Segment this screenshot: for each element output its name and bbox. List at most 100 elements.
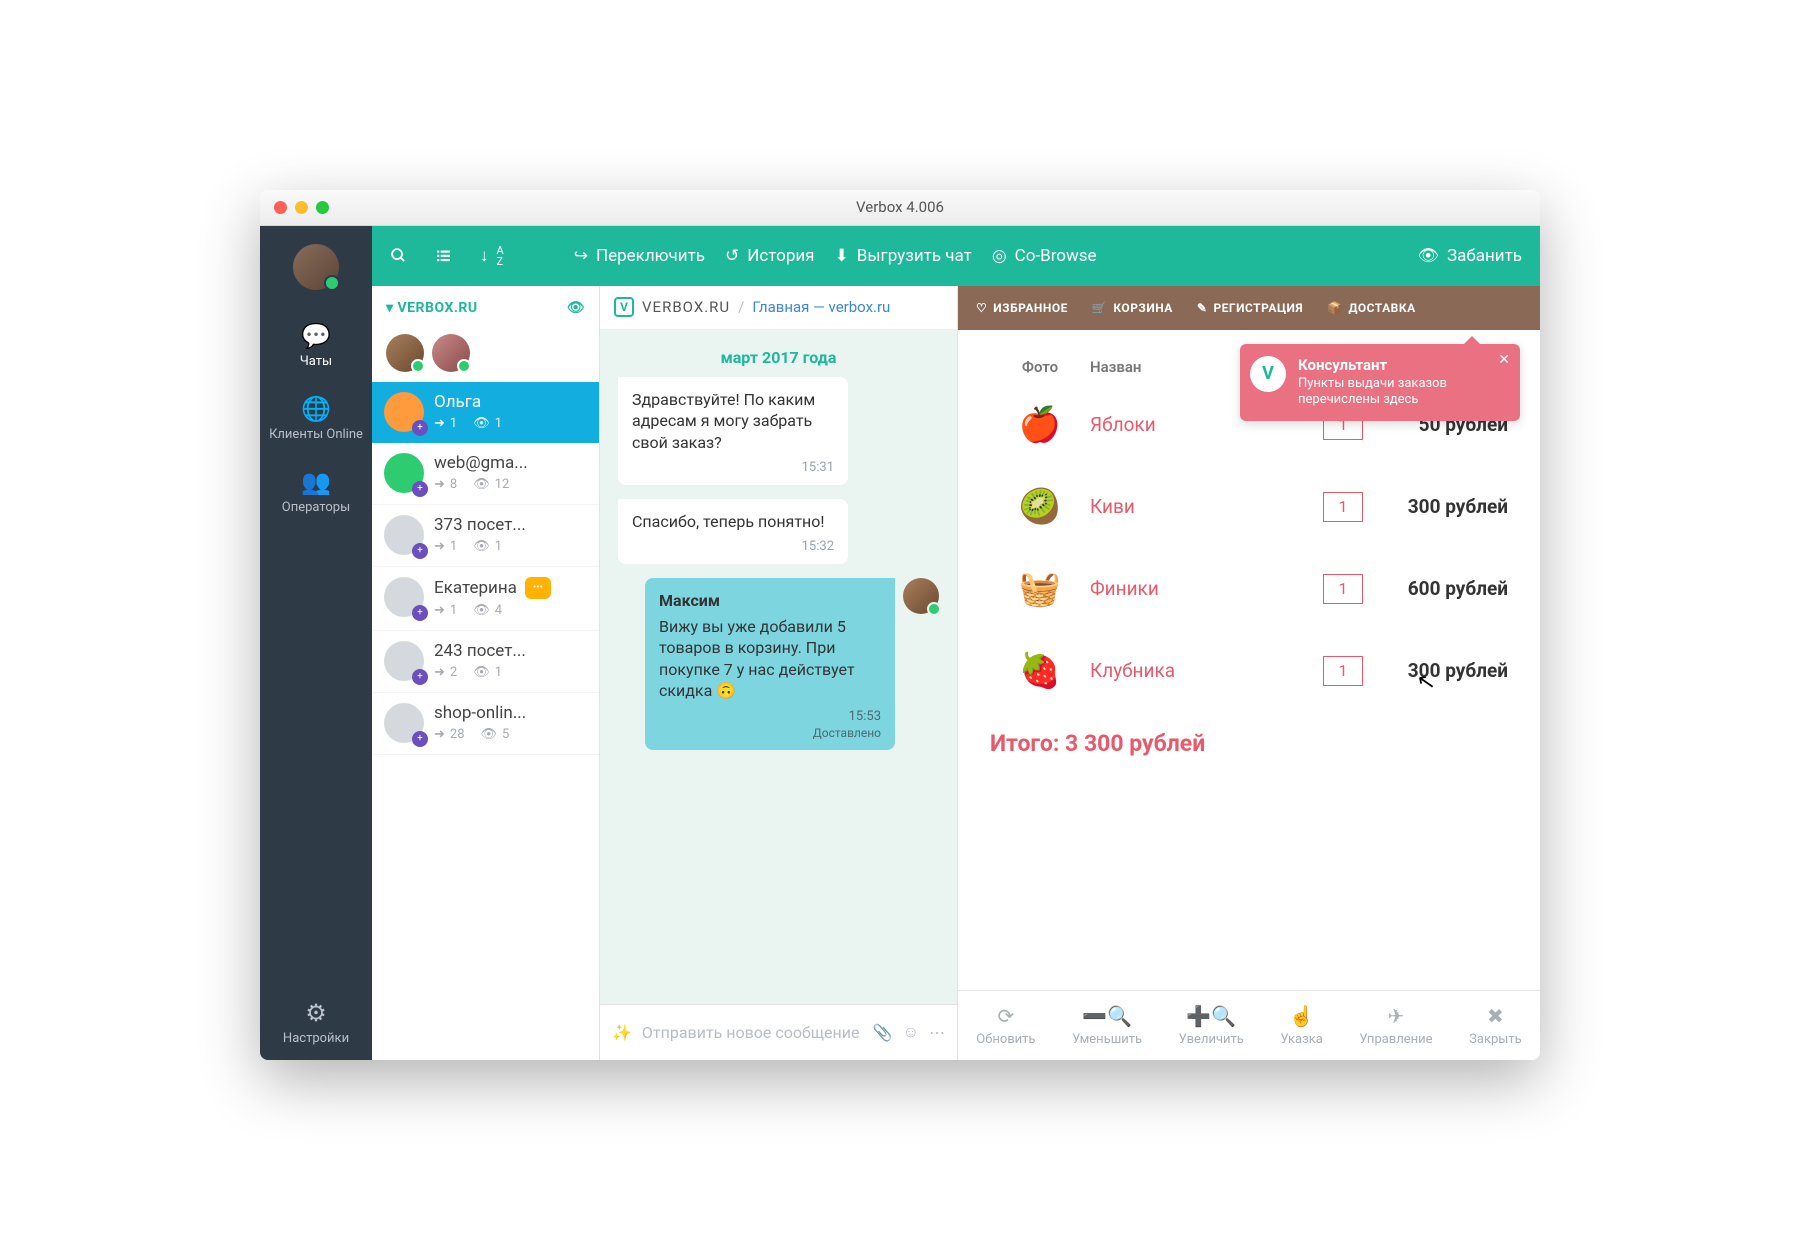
breadcrumb: V VERBOX.RU / Главная — verbox.ru bbox=[600, 286, 957, 330]
refresh-button[interactable]: ⟳Обновить bbox=[976, 1004, 1035, 1047]
qty-input[interactable]: 1 bbox=[1323, 574, 1363, 604]
pointer-button[interactable]: ☝Указка bbox=[1280, 1004, 1322, 1047]
table-row: 🍓 Клубника 1 300 рублей bbox=[980, 630, 1518, 712]
topbar: ↓AZ ↪ Переключить ↺ История ⬇ Выгрузить … bbox=[372, 226, 1540, 286]
more-icon[interactable]: ⋯ bbox=[929, 1023, 945, 1042]
export-chat-button[interactable]: ⬇ Выгрузить чат bbox=[835, 246, 972, 266]
plus-badge-icon: + bbox=[412, 543, 428, 559]
cart-total: Итого: 3 300 рублей bbox=[980, 712, 1518, 775]
verbox-logo-icon: V bbox=[1250, 356, 1286, 392]
consultant-tooltip: V ✕ Консультант Пункты выдачи заказов пе… bbox=[1240, 344, 1520, 422]
operator-avatar[interactable] bbox=[386, 334, 424, 372]
shop-menu-delivery[interactable]: 📦 ДОСТАВКА bbox=[1327, 301, 1416, 315]
visitor-avatar: + bbox=[384, 577, 424, 617]
attachment-icon[interactable]: 📎 bbox=[873, 1023, 893, 1042]
chat-list: ▾ VERBOX.RU 👁 + Ольга ➜ 1 👁 1 bbox=[372, 286, 600, 1060]
product-image: 🍎 bbox=[990, 400, 1090, 450]
close-cobrowse-button[interactable]: ✖Закрыть bbox=[1469, 1004, 1522, 1047]
chat-item-active[interactable]: + Ольга ➜ 1 👁 1 bbox=[372, 382, 599, 443]
nav-chats[interactable]: 💬 Чаты bbox=[260, 310, 372, 383]
chat-name: shop-onlin... bbox=[434, 703, 585, 723]
table-row: 🥝 Киви 1 300 рублей bbox=[980, 466, 1518, 548]
list-button[interactable] bbox=[435, 247, 452, 264]
chat-name: Екатерина••• bbox=[434, 577, 585, 599]
shop-menu-cart[interactable]: 🛒 КОРЗИНА bbox=[1092, 301, 1173, 315]
message-status: Доставлено bbox=[659, 725, 881, 741]
product-image: 🥝 bbox=[990, 482, 1090, 532]
shop-menu-favorites[interactable]: ♡ ИЗБРАННОЕ bbox=[976, 301, 1068, 315]
message-text: Вижу вы уже добавили 5 товаров в корзину… bbox=[659, 616, 881, 702]
chatlist-site-header[interactable]: ▾ VERBOX.RU 👁 bbox=[372, 286, 599, 330]
view-count: 👁 4 bbox=[473, 603, 502, 618]
view-count: 👁 1 bbox=[473, 539, 502, 554]
message-time: 15:31 bbox=[632, 459, 834, 477]
conversation-panel: V VERBOX.RU / Главная — verbox.ru март 2… bbox=[600, 286, 958, 1060]
cobrowse-panel: ♡ ИЗБРАННОЕ 🛒 КОРЗИНА ✎ РЕГИСТРАЦИЯ 📦 ДО… bbox=[958, 286, 1540, 1060]
message-incoming: Здравствуйте! По каким адресам я могу за… bbox=[618, 377, 848, 485]
sender-avatar bbox=[903, 578, 939, 614]
app-window: Verbox 4.006 💬 Чаты 🌐 Клиенты Online 👥 О… bbox=[260, 190, 1540, 1060]
nav-operators[interactable]: 👥 Операторы bbox=[260, 456, 372, 529]
visitor-avatar: + bbox=[384, 453, 424, 493]
breadcrumb-page[interactable]: Главная — verbox.ru bbox=[752, 298, 890, 316]
nav-settings[interactable]: ⚙ Настройки bbox=[260, 987, 372, 1060]
gear-icon: ⚙ bbox=[264, 999, 368, 1027]
tooltip-close-icon[interactable]: ✕ bbox=[1498, 352, 1510, 368]
plus-badge-icon: + bbox=[412, 481, 428, 497]
header-photo: Фото bbox=[990, 358, 1090, 376]
qty-input[interactable]: 1 bbox=[1323, 656, 1363, 686]
zoom-out-button[interactable]: ➖🔍Уменьшить bbox=[1072, 1004, 1142, 1047]
nav-clients[interactable]: 🌐 Клиенты Online bbox=[260, 383, 372, 456]
cobrowse-button[interactable]: ◎ Co-Browse bbox=[992, 246, 1097, 266]
visitor-avatar: + bbox=[384, 703, 424, 743]
product-name[interactable]: Киви bbox=[1090, 495, 1308, 518]
plus-badge-icon: + bbox=[412, 731, 428, 747]
chat-item[interactable]: + Екатерина••• ➜ 1 👁 4 bbox=[372, 567, 599, 631]
pointer-icon: ☝ bbox=[1289, 1004, 1314, 1028]
visitor-avatar: + bbox=[384, 641, 424, 681]
chat-item[interactable]: + shop-onlin... ➜ 28 👁 5 bbox=[372, 693, 599, 755]
message-text: Спасибо, теперь понятно! bbox=[632, 511, 834, 533]
tooltip-title: Консультант bbox=[1298, 356, 1482, 374]
visitor-avatar: + bbox=[384, 515, 424, 555]
plus-badge-icon: + bbox=[412, 605, 428, 621]
eye-icon[interactable]: 👁 bbox=[567, 300, 585, 316]
zoom-in-icon: ➕🔍 bbox=[1186, 1004, 1236, 1028]
history-button[interactable]: ↺ История bbox=[725, 246, 815, 266]
chat-item[interactable]: + 373 посет... ➜ 1 👁 1 bbox=[372, 505, 599, 567]
product-price: 300 рублей bbox=[1378, 495, 1508, 518]
search-button[interactable] bbox=[390, 247, 407, 264]
chat-item[interactable]: + 243 посет... ➜ 2 👁 1 bbox=[372, 631, 599, 693]
messages-scroll[interactable]: март 2017 года Здравствуйте! По каким ад… bbox=[600, 330, 957, 1004]
incoming-count: ➜ 28 bbox=[434, 727, 465, 742]
magic-wand-icon[interactable]: ✨ bbox=[612, 1023, 632, 1042]
user-avatar[interactable] bbox=[293, 244, 339, 290]
control-button[interactable]: ✈Управление bbox=[1359, 1004, 1432, 1047]
table-row: 🧺 Финики 1 600 рублей bbox=[980, 548, 1518, 630]
switch-button[interactable]: ↪ Переключить bbox=[574, 246, 705, 266]
nav-settings-label: Настройки bbox=[283, 1031, 349, 1046]
view-count: 👁 1 bbox=[473, 665, 502, 680]
ban-button[interactable]: 👁 Забанить bbox=[1417, 246, 1522, 266]
shop-menu-register[interactable]: ✎ РЕГИСТРАЦИЯ bbox=[1197, 301, 1303, 315]
cobrowse-toolbar: ⟳Обновить ➖🔍Уменьшить ➕🔍Увеличить ☝Указк… bbox=[958, 990, 1540, 1060]
nav-operators-label: Операторы bbox=[282, 500, 350, 515]
operator-avatar[interactable] bbox=[432, 334, 470, 372]
refresh-icon: ⟳ bbox=[998, 1004, 1015, 1028]
shop-menu: ♡ ИЗБРАННОЕ 🛒 КОРЗИНА ✎ РЕГИСТРАЦИЯ 📦 ДО… bbox=[958, 286, 1540, 330]
product-name[interactable]: Клубника bbox=[1090, 659, 1308, 682]
qty-input[interactable]: 1 bbox=[1323, 492, 1363, 522]
product-name[interactable]: Финики bbox=[1090, 577, 1308, 600]
zoom-in-button[interactable]: ➕🔍Увеличить bbox=[1179, 1004, 1244, 1047]
tooltip-text: Пункты выдачи заказов перечислены здесь bbox=[1298, 376, 1482, 410]
view-count: 👁 5 bbox=[481, 727, 510, 742]
emoji-icon[interactable]: ☺ bbox=[903, 1022, 919, 1042]
cursor-icon: ↖ bbox=[1415, 668, 1437, 696]
verbox-logo-icon: V bbox=[614, 297, 634, 317]
sidebar: 💬 Чаты 🌐 Клиенты Online 👥 Операторы ⚙ На… bbox=[260, 226, 372, 1060]
sort-az-button[interactable]: ↓AZ bbox=[480, 245, 504, 267]
message-input[interactable] bbox=[642, 1023, 863, 1042]
chat-name: 373 посет... bbox=[434, 515, 585, 535]
chat-item[interactable]: + web@gma... ➜ 8 👁 12 bbox=[372, 443, 599, 505]
breadcrumb-site: VERBOX.RU bbox=[642, 298, 730, 316]
